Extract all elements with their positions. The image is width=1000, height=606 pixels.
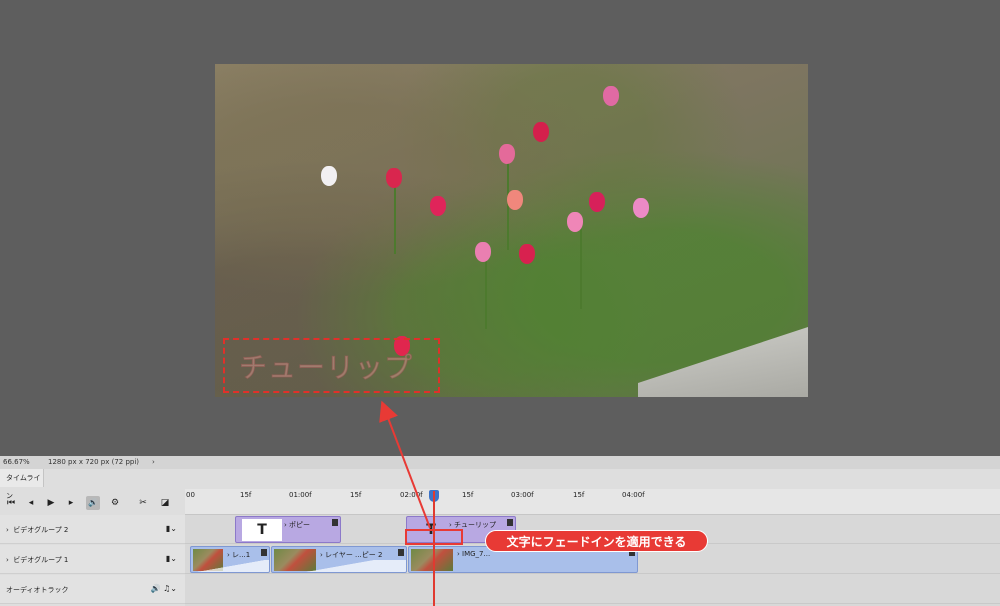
- clip-end-marker[interactable]: [332, 519, 338, 526]
- tulip: [519, 244, 535, 264]
- tab-timeline[interactable]: タイムライン: [0, 469, 44, 500]
- text-layer-bounding-box[interactable]: チューリップ: [223, 338, 440, 393]
- ruler-tick-label: 01:00f: [289, 491, 312, 499]
- tulip: [430, 196, 446, 216]
- fade-indicator: [191, 560, 269, 572]
- clip-end-marker[interactable]: [261, 549, 267, 556]
- track-header-video-group-2[interactable]: › ビデオグループ 2 ▮⌄: [0, 515, 185, 544]
- ruler-tick-label: 15f: [573, 491, 585, 499]
- clip-end-marker[interactable]: [398, 549, 404, 556]
- tulip: [321, 166, 337, 186]
- ruler-tick-label: 04:00f: [622, 491, 645, 499]
- tulip: [533, 122, 549, 142]
- scissors-icon[interactable]: ✂: [136, 496, 150, 510]
- track-label: › ビデオグループ 1: [6, 556, 69, 564]
- clip-label: › IMG_7...: [457, 550, 491, 558]
- prev-frame-icon[interactable]: ◂: [24, 496, 38, 510]
- zoom-level[interactable]: 66.67%: [3, 458, 30, 466]
- track-label: オーディオトラック: [6, 586, 69, 594]
- track-headers: › ビデオグループ 2 ▮⌄ › ビデオグループ 1 ▮⌄ オーディオトラック …: [0, 515, 185, 606]
- tulip: [386, 168, 402, 188]
- tulip: [589, 192, 605, 212]
- track-header-audio[interactable]: オーディオトラック 🔊 ♫⌄: [0, 575, 185, 604]
- tulip-stem: [394, 184, 396, 254]
- clip-thumbnail: [411, 549, 453, 571]
- time-ruler[interactable]: 00 15f 01:00f 15f 02:00f 15f 03:00f 15f …: [185, 489, 1000, 515]
- chevron-right-icon[interactable]: ›: [152, 458, 155, 466]
- track-area: T › ポピー T › チューリップ › レ...1 › レイヤー ...ピー …: [185, 515, 1000, 606]
- fade-highlight-box: [405, 529, 463, 545]
- first-frame-icon[interactable]: ⏮: [4, 496, 18, 510]
- film-icon[interactable]: ▮⌄: [166, 524, 177, 533]
- tulip: [603, 86, 619, 106]
- tulip: [633, 198, 649, 218]
- clip-label: › ポピー: [284, 521, 311, 529]
- fade-indicator: [272, 560, 406, 572]
- clip-end-marker[interactable]: [507, 519, 513, 526]
- gear-icon[interactable]: ⚙: [108, 496, 122, 510]
- tulip: [475, 242, 491, 262]
- play-icon[interactable]: ▶: [44, 496, 58, 510]
- tulip-stem: [485, 259, 487, 329]
- clip-layer-2[interactable]: › レイヤー ...ピー 2: [271, 546, 407, 573]
- playhead-line[interactable]: [433, 491, 435, 606]
- clip-layer-1[interactable]: › レ...1: [190, 546, 270, 573]
- text-clip-icon: T: [242, 519, 282, 541]
- audio-icon[interactable]: 🔊: [86, 496, 100, 510]
- ruler-tick-label: 15f: [462, 491, 474, 499]
- track-header-video-group-1[interactable]: › ビデオグループ 1 ▮⌄: [0, 545, 185, 574]
- tulip: [499, 144, 515, 164]
- ruler-tick-label: 15f: [240, 491, 252, 499]
- tulip-stem: [580, 229, 582, 309]
- ruler-tick-label: 00: [186, 491, 195, 499]
- document-info: 1280 px x 720 px (72 ppi): [48, 458, 140, 466]
- tulip: [567, 212, 583, 232]
- ruler-tick-label: 03:00f: [511, 491, 534, 499]
- canvas-area: チューリップ: [0, 0, 1000, 456]
- next-frame-icon[interactable]: ▸: [64, 496, 78, 510]
- status-bar: 66.67% 1280 px x 720 px (72 ppi) ›: [0, 456, 1000, 469]
- curb-stone: [638, 327, 808, 397]
- film-icon[interactable]: ▮⌄: [166, 554, 177, 563]
- clip-label: › レ...1: [227, 551, 251, 559]
- tulip: [507, 190, 523, 210]
- playback-controls: ⏮ ◂ ▶ ▸ 🔊 ⚙ ✂ ◪: [0, 489, 185, 515]
- annotation-callout: 文字にフェードインを適用できる: [485, 530, 708, 552]
- lane-audio: [185, 575, 1000, 604]
- clip-label: › レイヤー ...ピー 2: [320, 551, 383, 559]
- transition-icon[interactable]: ◪: [158, 496, 172, 510]
- ruler-tick-label: 02:00f: [400, 491, 423, 499]
- ruler-tick-label: 15f: [350, 491, 362, 499]
- track-label: › ビデオグループ 2: [6, 526, 69, 534]
- clip-poppy[interactable]: T › ポピー: [235, 516, 341, 543]
- music-note-icon[interactable]: 🔊 ♫⌄: [151, 584, 177, 593]
- overlay-text: チューリップ: [238, 351, 414, 385]
